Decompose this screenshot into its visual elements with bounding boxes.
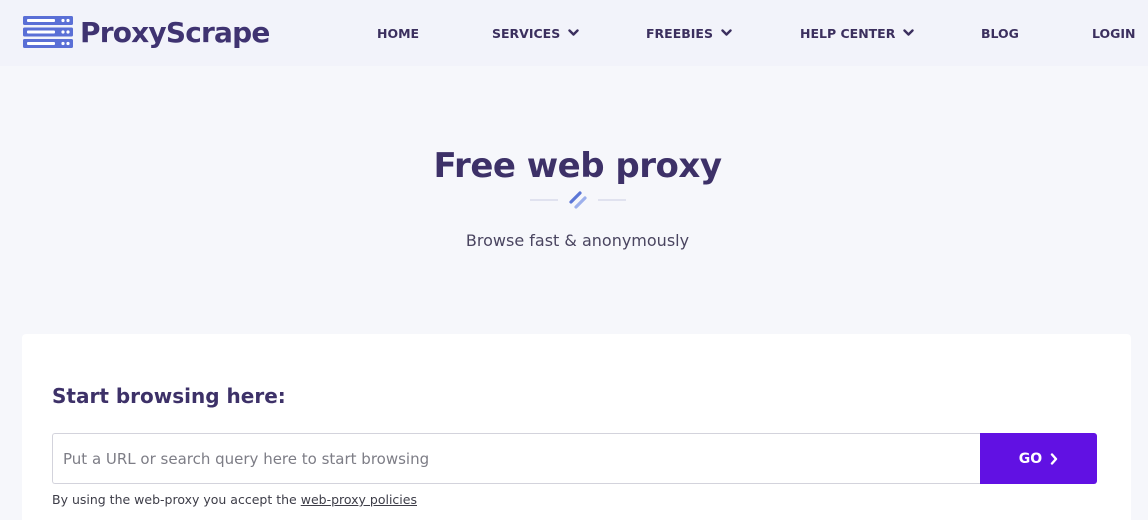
go-button[interactable]: GO [980,433,1097,484]
browse-card: Start browsing here: GO By using the web… [22,334,1131,520]
server-stack-icon [23,16,73,48]
chevron-right-icon [1051,452,1058,465]
site-header: ProxyScrape HOME SERVICES FREEBIES HELP … [0,0,1148,66]
page-subtitle: Browse fast & anonymously [465,231,690,250]
nav-help-center-label: HELP CENTER [800,25,896,41]
go-button-label: GO [1018,450,1043,467]
policy-link[interactable]: web-proxy policies [301,492,417,507]
chevron-down-icon [903,29,915,36]
nav-blog-label: BLOG [981,25,1019,41]
nav-help-center[interactable]: HELP CENTER [800,24,915,42]
nav-services[interactable]: SERVICES [492,24,579,42]
nav-login-label: LOGIN [1092,25,1136,41]
url-search-input[interactable] [52,433,980,484]
nav-login[interactable]: LOGIN [1092,24,1136,42]
nav-home-label: HOME [377,25,420,41]
nav-blog[interactable]: BLOG [981,24,1019,42]
nav-services-label: SERVICES [492,25,561,41]
brand-logo[interactable]: ProxyScrape [22,14,270,50]
policy-notice: By using the web-proxy you accept the we… [52,492,417,507]
double-slash-icon [530,191,626,209]
browse-heading: Start browsing here: [52,384,286,408]
brand-name: ProxyScrape [80,15,270,49]
chevron-down-icon [721,29,732,36]
nav-freebies[interactable]: FREEBIES [646,24,732,42]
nav-freebies-label: FREEBIES [646,25,713,41]
page-title: Free web proxy [433,146,722,186]
policy-prefix: By using the web-proxy you accept the [52,492,297,507]
nav-home[interactable]: HOME [377,24,419,42]
chevron-down-icon [568,29,579,36]
